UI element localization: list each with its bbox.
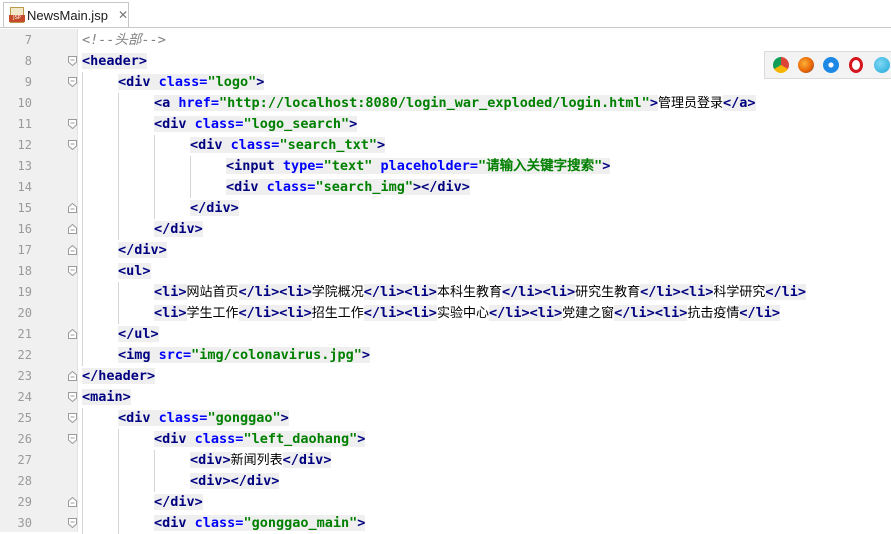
code-line[interactable]: 26 <div class="left_daohang"> xyxy=(0,429,891,450)
code-line[interactable]: 25 <div class="gonggao"> xyxy=(0,408,891,429)
line-number: 23 xyxy=(17,369,32,383)
code-line[interactable]: 14 <div class="search_img"></div> xyxy=(0,177,891,198)
fold-close-icon[interactable] xyxy=(68,497,77,507)
safari-icon[interactable] xyxy=(823,57,839,73)
code-text: <div class="search_txt"> xyxy=(190,137,386,153)
line-number: 13 xyxy=(17,159,32,173)
line-number: 10 xyxy=(17,96,32,110)
fold-close-icon[interactable] xyxy=(68,371,77,381)
line-number: 24 xyxy=(17,390,32,404)
code-line[interactable]: 17 </div> xyxy=(0,240,891,261)
code-line[interactable]: 29 </div> xyxy=(0,492,891,513)
code-line[interactable]: 27 <div>新闻列表</div> xyxy=(0,450,891,471)
firefox-icon[interactable] xyxy=(798,57,814,73)
code-text: <img src="img/colonavirus.jpg"> xyxy=(118,347,370,363)
fold-open-icon[interactable] xyxy=(68,413,77,423)
line-number: 12 xyxy=(17,138,32,152)
code-text: <div>新闻列表</div> xyxy=(190,452,332,468)
fold-open-icon[interactable] xyxy=(68,77,77,87)
code-text: <ul> xyxy=(118,263,151,279)
code-line[interactable]: 8 <header> xyxy=(0,51,891,72)
opera-icon[interactable] xyxy=(849,57,863,73)
line-number: 8 xyxy=(24,54,32,68)
code-line[interactable]: 11 <div class="logo_search"> xyxy=(0,114,891,135)
code-text: <div class="search_img"></div> xyxy=(226,179,470,195)
line-number: 9 xyxy=(24,75,32,89)
code-text: <li>网站首页</li><li>学院概况</li><li>本科生教育</li>… xyxy=(154,284,807,300)
code-text: </div> xyxy=(154,221,203,237)
line-number: 18 xyxy=(17,264,32,278)
code-line[interactable]: 20 <li>学生工作</li><li>招生工作</li><li>实验中心</li… xyxy=(0,303,891,324)
fold-close-icon[interactable] xyxy=(68,224,77,234)
fold-open-icon[interactable] xyxy=(68,266,77,276)
line-number: 20 xyxy=(17,306,32,320)
code-line[interactable]: 22 <img src="img/colonavirus.jpg"> xyxy=(0,345,891,366)
fold-close-icon[interactable] xyxy=(68,329,77,339)
code-line[interactable]: 28 <div></div> xyxy=(0,471,891,492)
code-line[interactable]: 9 <div class="logo"> xyxy=(0,72,891,93)
close-tab-icon[interactable]: ✕ xyxy=(118,8,128,22)
code-line[interactable]: 23 </header> xyxy=(0,366,891,387)
code-line[interactable]: 24 <main> xyxy=(0,387,891,408)
line-number: 29 xyxy=(17,495,32,509)
code-text: </div> xyxy=(118,242,167,258)
fold-open-icon[interactable] xyxy=(68,392,77,402)
fold-close-icon[interactable] xyxy=(68,203,77,213)
line-number: 14 xyxy=(17,180,32,194)
code-text: <li>学生工作</li><li>招生工作</li><li>实验中心</li><… xyxy=(154,305,781,321)
browser-preview-bar xyxy=(764,51,891,79)
line-number: 28 xyxy=(17,474,32,488)
code-line[interactable]: 30 <div class="gonggao_main"> xyxy=(0,513,891,534)
line-number: 7 xyxy=(24,33,32,47)
code-line[interactable]: 21 </ul> xyxy=(0,324,891,345)
code-line[interactable]: 10 <a href="http://localhost:8080/login_w… xyxy=(0,93,891,114)
code-text: <header> xyxy=(82,53,148,69)
code-line[interactable]: 18 <ul> xyxy=(0,261,891,282)
code-text: </ul> xyxy=(118,326,159,342)
code-line[interactable]: 19 <li>网站首页</li><li>学院概况</li><li>本科生教育</l… xyxy=(0,282,891,303)
code-line[interactable]: 16 </div> xyxy=(0,219,891,240)
code-text: <div class="logo_search"> xyxy=(154,116,358,132)
code-line[interactable]: 15 </div> xyxy=(0,198,891,219)
fold-close-icon[interactable] xyxy=(68,245,77,255)
fold-open-icon[interactable] xyxy=(68,434,77,444)
code-text: <div class="left_daohang"> xyxy=(154,431,366,447)
code-line[interactable]: 13 <input type="text" placeholder="请输入关键字… xyxy=(0,156,891,177)
code-text: </div> xyxy=(190,200,239,216)
code-text: </header> xyxy=(82,368,156,384)
code-text: <!--头部--> xyxy=(82,32,166,48)
line-number: 19 xyxy=(17,285,32,299)
code-text: </div> xyxy=(154,494,203,510)
code-text: <div></div> xyxy=(190,473,280,489)
fold-open-icon[interactable] xyxy=(68,140,77,150)
fold-open-icon[interactable] xyxy=(68,56,77,66)
code-text: <div class="gonggao_main"> xyxy=(154,515,366,531)
code-editor[interactable]: 7 <!--头部--> 8 <header> 9 <div class="logo"> 10… xyxy=(0,29,891,534)
line-number: 30 xyxy=(17,516,32,530)
line-number: 26 xyxy=(17,432,32,446)
line-number: 16 xyxy=(17,222,32,236)
code-text: <div class="logo"> xyxy=(118,74,265,90)
code-text: <main> xyxy=(82,389,131,405)
code-text: <a href="http://localhost:8080/login_war… xyxy=(154,95,756,111)
fold-open-icon[interactable] xyxy=(68,119,77,129)
ie-icon[interactable] xyxy=(874,57,890,73)
line-number: 11 xyxy=(17,117,32,131)
file-tab[interactable]: JSP NewsMain.jsp ✕ xyxy=(3,2,129,27)
line-number: 25 xyxy=(17,411,32,425)
jsp-file-icon: JSP xyxy=(9,7,25,23)
editor-tab-bar: JSP NewsMain.jsp ✕ xyxy=(0,0,891,28)
code-text: <div class="gonggao"> xyxy=(118,410,289,426)
line-number: 22 xyxy=(17,348,32,362)
line-number: 17 xyxy=(17,243,32,257)
code-line[interactable]: 12 <div class="search_txt"> xyxy=(0,135,891,156)
code-text: <input type="text" placeholder="请输入关键字搜索… xyxy=(226,158,611,174)
chrome-icon[interactable] xyxy=(773,57,789,73)
line-number: 21 xyxy=(17,327,32,341)
line-number: 27 xyxy=(17,453,32,467)
file-tab-label: NewsMain.jsp xyxy=(27,7,108,23)
code-line[interactable]: 7 <!--头部--> xyxy=(0,30,891,51)
line-number: 15 xyxy=(17,201,32,215)
fold-open-icon[interactable] xyxy=(68,518,77,528)
